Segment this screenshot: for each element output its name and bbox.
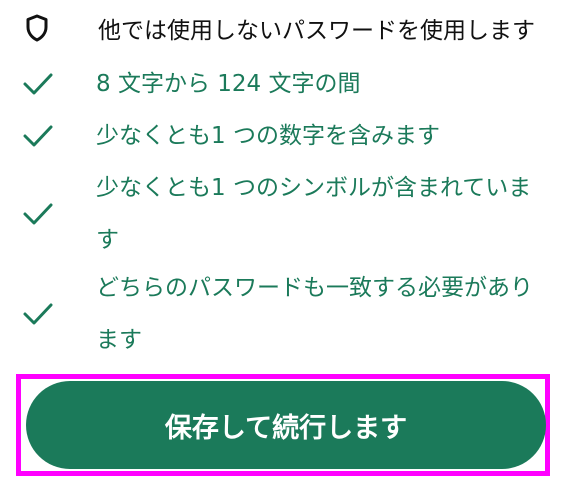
- requirement-number-text: 少なくとも1 つの数字を含みます: [96, 123, 440, 149]
- requirement-length: 8 文字から 124 文字の間: [22, 58, 552, 110]
- check-icon: [23, 303, 53, 325]
- check-icon: [23, 73, 53, 95]
- save-and-continue-button[interactable]: 保存して続行します: [26, 381, 546, 469]
- requirement-number: 少なくとも1 つの数字を含みます: [22, 110, 552, 162]
- password-requirements-list: 8 文字から 124 文字の間 少なくとも1 つの数字を含みます 少なくとも1 …: [0, 0, 562, 360]
- requirement-match-text: どちらのパスワードも一致する必要があり ます: [96, 275, 533, 353]
- requirement-match: どちらのパスワードも一致する必要があり ます: [22, 262, 552, 366]
- requirement-symbol-text: 少なくとも1 つのシンボルが含まれていま す: [96, 175, 532, 253]
- check-icon: [23, 203, 53, 225]
- check-icon: [23, 125, 53, 147]
- requirement-symbol: 少なくとも1 つのシンボルが含まれていま す: [22, 162, 552, 266]
- requirement-length-text: 8 文字から 124 文字の間: [96, 71, 361, 97]
